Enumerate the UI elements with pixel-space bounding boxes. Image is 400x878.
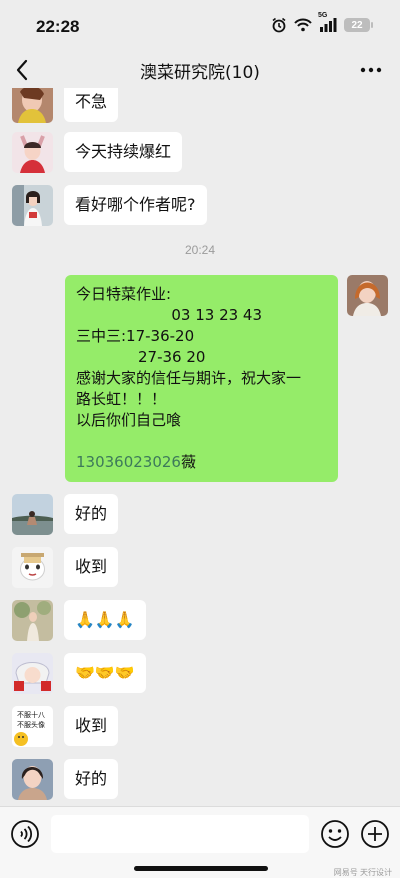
message-line: 03 13 23 43 bbox=[76, 306, 263, 324]
message-bubble[interactable]: 好的 bbox=[64, 759, 119, 799]
message-bubble[interactable]: 好的 bbox=[64, 494, 119, 534]
svg-text:不服十八: 不服十八 bbox=[17, 710, 45, 719]
avatar[interactable] bbox=[12, 88, 53, 123]
avatar[interactable] bbox=[12, 653, 53, 694]
watermark: 网易号 天行设计 bbox=[333, 868, 392, 877]
more-dots-icon bbox=[360, 67, 382, 73]
alarm-icon bbox=[271, 17, 287, 33]
status-icons: 5G 22 bbox=[271, 12, 373, 33]
more-button[interactable] bbox=[356, 56, 386, 84]
time-separator: 20:24 bbox=[184, 243, 216, 257]
chat-title: 澳菜研究院(10) bbox=[140, 63, 260, 83]
network-type: 5G bbox=[318, 12, 328, 19]
plus-button[interactable] bbox=[360, 819, 390, 849]
phone-number-link[interactable]: 13036023026 bbox=[76, 453, 181, 471]
own-avatar[interactable] bbox=[347, 275, 388, 316]
message-line bbox=[76, 431, 327, 452]
avatar[interactable] bbox=[12, 132, 53, 173]
avatar[interactable] bbox=[12, 759, 53, 800]
own-message-bubble[interactable]: 今日特菜作业: 03 13 23 43 三中三:17-36-20 27-36 2… bbox=[65, 275, 338, 482]
avatar[interactable] bbox=[12, 494, 53, 535]
message-line: 今日特菜作业: bbox=[76, 285, 172, 303]
plus-icon bbox=[361, 820, 389, 848]
message-bubble[interactable]: 收到 bbox=[64, 547, 119, 587]
message-bubble[interactable]: 🤝🤝🤝 bbox=[64, 653, 146, 693]
message-line: 路长虹！！！ bbox=[76, 390, 167, 408]
avatar[interactable] bbox=[12, 600, 53, 641]
voice-button[interactable] bbox=[10, 819, 40, 849]
message-bubble[interactable]: 看好哪个作者呢? bbox=[64, 185, 207, 225]
message-bubble[interactable]: 收到 bbox=[64, 706, 119, 746]
signal-icon: 5G bbox=[318, 12, 337, 32]
home-indicator bbox=[134, 866, 268, 871]
svg-text:不服头像: 不服头像 bbox=[17, 720, 45, 729]
status-bar: 22:28 5G 22 bbox=[0, 0, 400, 52]
avatar[interactable] bbox=[12, 547, 53, 588]
emoji-button[interactable] bbox=[320, 819, 350, 849]
phone-suffix: 薇 bbox=[180, 453, 196, 471]
message-input[interactable] bbox=[51, 815, 309, 853]
avatar[interactable]: 不服十八 不服头像 bbox=[12, 706, 53, 747]
message-bubble[interactable]: 🙏🙏🙏 bbox=[64, 600, 146, 640]
message-line: 三中三:17-36-20 bbox=[76, 327, 195, 345]
message-line: 感谢大家的信任与期许，祝大家一 bbox=[76, 369, 302, 387]
wifi-icon bbox=[294, 18, 312, 32]
input-bar: 网易号 天行设计 bbox=[0, 806, 400, 878]
status-time: 22:28 bbox=[36, 17, 80, 36]
message-bubble[interactable]: 今天持续爆红 bbox=[64, 132, 183, 172]
chat-area[interactable]: 不急 今天持续爆红 看好哪个作者呢? 20:24 今日特菜作业: 03 13 2… bbox=[0, 88, 400, 806]
nav-bar: 澳菜研究院(10) bbox=[0, 52, 400, 88]
message-bubble[interactable]: 不急 bbox=[64, 88, 119, 122]
battery-icon: 22 bbox=[344, 18, 373, 32]
avatar[interactable] bbox=[12, 185, 53, 226]
voice-icon bbox=[11, 820, 39, 848]
message-line: 27-36 20 bbox=[76, 348, 206, 366]
message-line: 13036023026薇 bbox=[76, 452, 327, 473]
emoji-icon bbox=[321, 820, 349, 848]
message-line: 以后你们自己喰 bbox=[76, 411, 182, 429]
